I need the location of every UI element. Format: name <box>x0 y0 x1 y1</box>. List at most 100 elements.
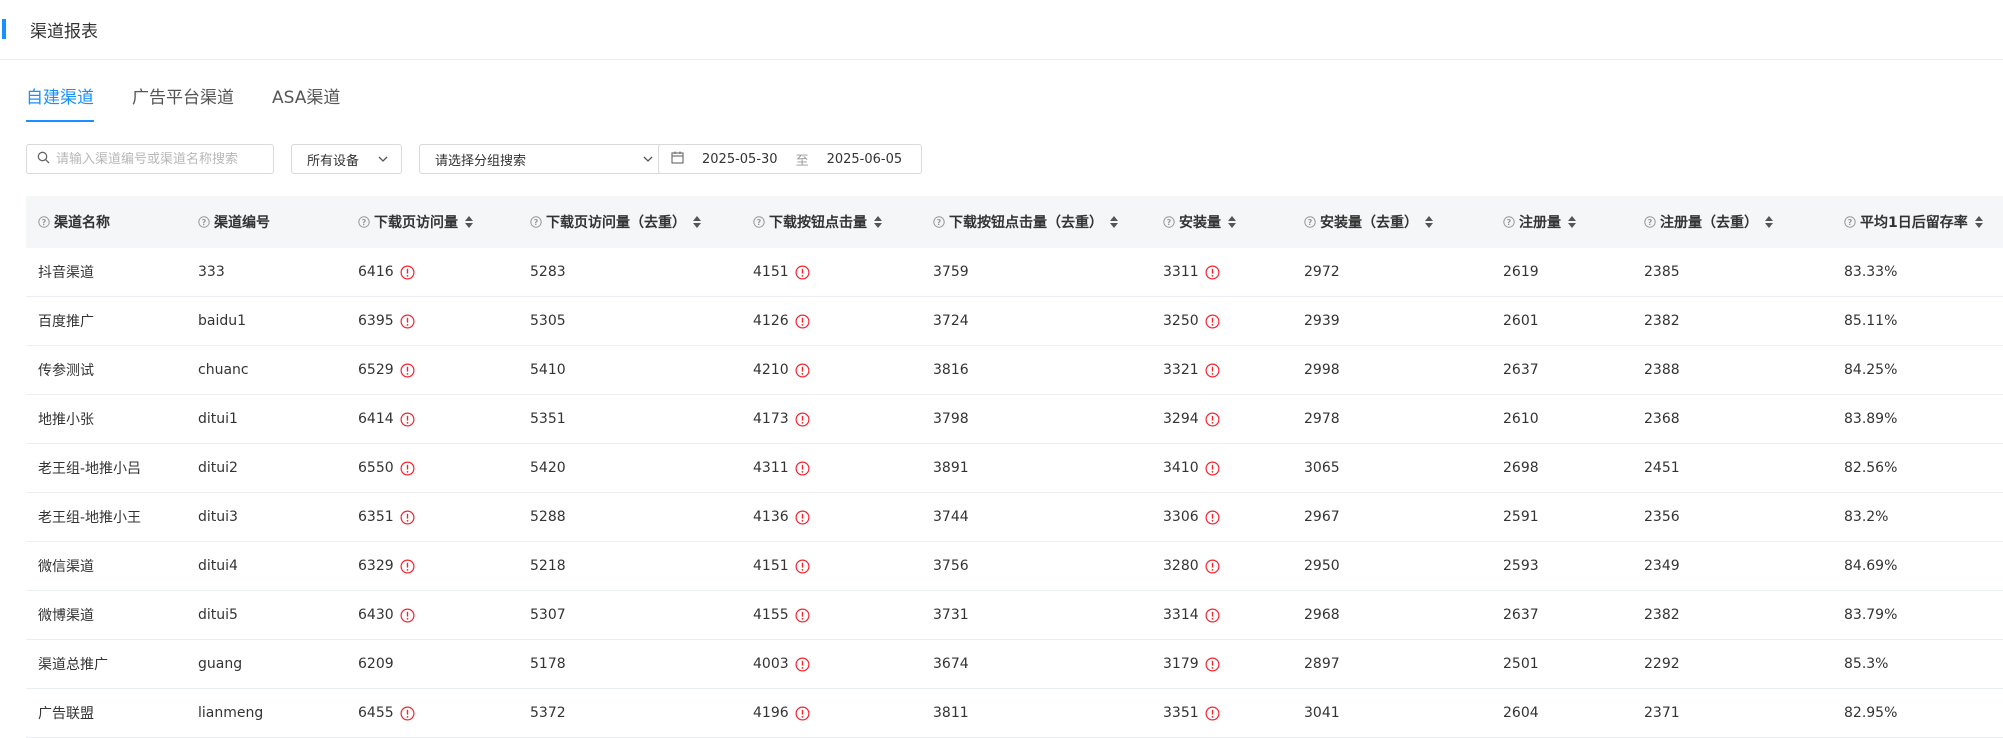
question-circle-icon[interactable]: ? <box>38 216 50 228</box>
column-header-label: 下载按钮点击量 <box>769 215 867 231</box>
exclamation-circle-icon[interactable] <box>1205 411 1220 427</box>
exclamation-circle-icon[interactable] <box>400 264 415 280</box>
exclamation-circle-icon[interactable] <box>1205 460 1220 476</box>
channel-report-table: ? 渠道名称? 渠道编号? 下载页访问量? 下载页访问量（去重）? 下载按钮点击量? 下载按… <box>26 196 2003 738</box>
exclamation-circle-icon[interactable] <box>1205 558 1220 574</box>
exclamation-circle-icon[interactable] <box>1205 509 1220 525</box>
exclamation-circle-icon[interactable] <box>400 705 415 721</box>
question-circle-icon[interactable]: ? <box>1644 216 1656 228</box>
cell-value: ditui3 <box>198 509 238 525</box>
channel-search-box[interactable] <box>26 144 274 174</box>
question-circle-icon[interactable]: ? <box>1844 216 1856 228</box>
column-header-page-visits-dedup[interactable]: ? 下载页访问量（去重） <box>530 196 702 248</box>
cell-registrations: 2591 <box>1503 493 1539 541</box>
question-circle-icon[interactable]: ? <box>1163 216 1175 228</box>
question-circle-icon[interactable]: ? <box>358 216 370 228</box>
exclamation-circle-icon[interactable] <box>1205 607 1220 623</box>
date-start-input[interactable]: 2025-05-30 <box>702 152 778 167</box>
exclamation-circle-icon[interactable] <box>1205 362 1220 378</box>
sort-icon[interactable] <box>1227 215 1237 229</box>
column-header-registrations-dedup[interactable]: ? 注册量（去重） <box>1644 196 1774 248</box>
channel-search-input[interactable] <box>56 151 266 167</box>
cell-value: 4151 <box>753 558 789 574</box>
cell-installs-dedup: 3065 <box>1304 444 1340 492</box>
question-circle-icon[interactable]: ? <box>530 216 542 228</box>
cell-button-clicks-dedup: 3759 <box>933 248 969 296</box>
cell-value: 3724 <box>933 313 969 329</box>
column-header-installs[interactable]: ? 安装量 <box>1163 196 1237 248</box>
cell-value: 2501 <box>1503 656 1539 672</box>
sort-icon[interactable] <box>1764 215 1774 229</box>
question-circle-icon[interactable]: ? <box>933 216 945 228</box>
cell-installs-dedup: 2897 <box>1304 640 1340 688</box>
column-header-label: 下载页访问量（去重） <box>546 215 686 231</box>
question-circle-icon[interactable]: ? <box>1503 216 1515 228</box>
cell-value: 6351 <box>358 509 394 525</box>
cell-installs-dedup: 2978 <box>1304 395 1340 443</box>
cell-value: 2698 <box>1503 460 1539 476</box>
column-header-button-clicks[interactable]: ? 下载按钮点击量 <box>753 196 883 248</box>
sort-icon[interactable] <box>1424 215 1434 229</box>
exclamation-circle-icon[interactable] <box>795 656 810 672</box>
sort-icon[interactable] <box>1567 215 1577 229</box>
sort-icon[interactable] <box>464 215 474 229</box>
cell-channel-code: chuanc <box>198 346 249 394</box>
cell-installs: 3250 <box>1163 297 1220 345</box>
sort-icon[interactable] <box>1974 215 1984 229</box>
exclamation-circle-icon[interactable] <box>795 313 810 329</box>
cell-value: 2619 <box>1503 264 1539 280</box>
cell-page-visits: 6455 <box>358 689 415 737</box>
exclamation-circle-icon[interactable] <box>400 558 415 574</box>
column-header-button-clicks-dedup[interactable]: ? 下载按钮点击量（去重） <box>933 196 1119 248</box>
cell-value: 2978 <box>1304 411 1340 427</box>
device-select[interactable]: 所有设备 <box>291 144 402 174</box>
exclamation-circle-icon[interactable] <box>795 705 810 721</box>
group-select[interactable]: 请选择分组搜索 <box>419 144 667 174</box>
table-row: 老王组-地推小王 ditui3 6351 5288 4136 3744 3306 2967 25… <box>26 493 2003 542</box>
exclamation-circle-icon[interactable] <box>400 313 415 329</box>
exclamation-circle-icon[interactable] <box>400 362 415 378</box>
cell-value: 83.2% <box>1844 509 1889 525</box>
sort-icon[interactable] <box>873 215 883 229</box>
question-circle-icon[interactable]: ? <box>753 216 765 228</box>
cell-channel-code: baidu1 <box>198 297 246 345</box>
date-range-picker[interactable]: 2025-05-30 至 2025-06-05 <box>658 144 922 174</box>
tab-asa-channel[interactable]: ASA渠道 <box>272 84 340 122</box>
sort-icon[interactable] <box>1109 215 1119 229</box>
column-header-page-visits[interactable]: ? 下载页访问量 <box>358 196 474 248</box>
exclamation-circle-icon[interactable] <box>795 264 810 280</box>
page-header: 渠道报表 <box>0 0 2003 60</box>
exclamation-circle-icon[interactable] <box>795 607 810 623</box>
exclamation-circle-icon[interactable] <box>795 460 810 476</box>
exclamation-circle-icon[interactable] <box>400 411 415 427</box>
sort-icon[interactable] <box>692 215 702 229</box>
cell-value: 5351 <box>530 411 566 427</box>
cell-value: chuanc <box>198 362 249 378</box>
column-header-installs-dedup[interactable]: ? 安装量（去重） <box>1304 196 1434 248</box>
exclamation-circle-icon[interactable] <box>795 362 810 378</box>
exclamation-circle-icon[interactable] <box>1205 705 1220 721</box>
exclamation-circle-icon[interactable] <box>1205 264 1220 280</box>
exclamation-circle-icon[interactable] <box>400 509 415 525</box>
tab-self-built-channel[interactable]: 自建渠道 <box>26 84 94 122</box>
column-header-day1-retention[interactable]: ? 平均1日后留存率 <box>1844 196 1984 248</box>
exclamation-circle-icon[interactable] <box>400 607 415 623</box>
exclamation-circle-icon[interactable] <box>795 411 810 427</box>
exclamation-circle-icon[interactable] <box>1205 656 1220 672</box>
cell-value: 6209 <box>358 656 394 672</box>
exclamation-circle-icon[interactable] <box>1205 313 1220 329</box>
exclamation-circle-icon[interactable] <box>795 558 810 574</box>
question-circle-icon[interactable]: ? <box>1304 216 1316 228</box>
question-circle-icon[interactable]: ? <box>198 216 210 228</box>
column-header-channel-code: ? 渠道编号 <box>198 196 270 248</box>
cell-value: 3041 <box>1304 705 1340 721</box>
exclamation-circle-icon[interactable] <box>400 460 415 476</box>
tab-ad-platform-channel[interactable]: 广告平台渠道 <box>132 84 234 122</box>
cell-button-clicks: 4173 <box>753 395 810 443</box>
svg-text:?: ? <box>1167 218 1172 227</box>
column-header-label: 下载页访问量 <box>374 215 458 231</box>
exclamation-circle-icon[interactable] <box>795 509 810 525</box>
column-header-registrations[interactable]: ? 注册量 <box>1503 196 1577 248</box>
cell-channel-name: 广告联盟 <box>38 689 94 737</box>
date-end-input[interactable]: 2025-06-05 <box>827 152 903 167</box>
